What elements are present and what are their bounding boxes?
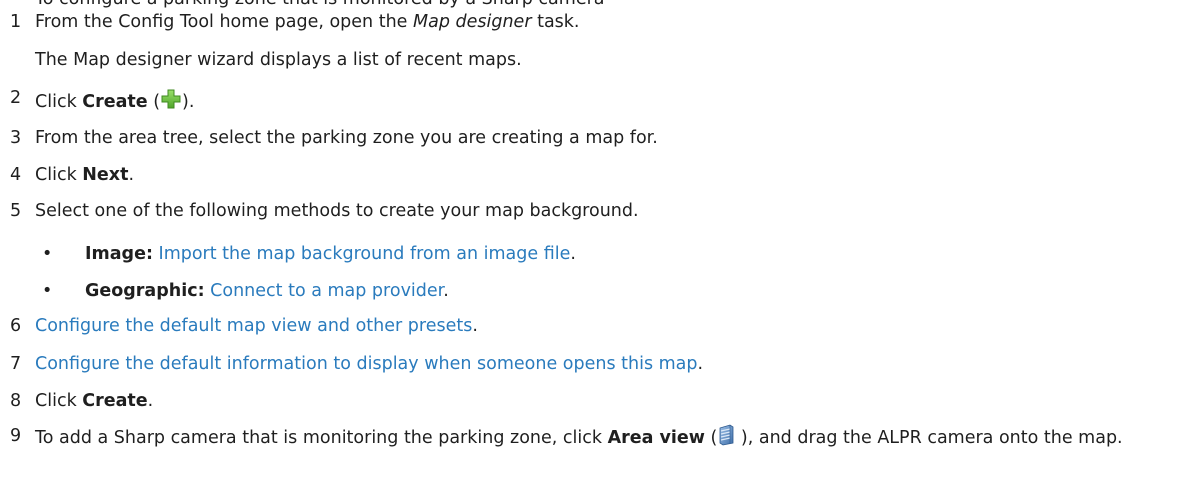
- task-name: Map designer: [413, 12, 532, 32]
- map-provider-link[interactable]: Connect to a map provider: [210, 281, 443, 301]
- step-text: From the Config Tool home page, open the…: [35, 12, 580, 32]
- step-number: 1: [10, 12, 22, 32]
- step-number: 8: [10, 391, 22, 411]
- bullet: •: [42, 244, 53, 264]
- area-view-icon: [717, 424, 735, 455]
- step-number: 4: [10, 165, 22, 185]
- default-information-link[interactable]: Configure the default information to dis…: [35, 354, 698, 374]
- image-import-link[interactable]: Import the map background from an image …: [159, 244, 571, 264]
- area-view-label: Area view: [607, 428, 705, 448]
- step-text: Select one of the following methods to c…: [35, 201, 639, 221]
- step-text: Click Next.: [35, 165, 135, 185]
- map-view-presets-link[interactable]: Configure the default map view and other…: [35, 316, 472, 336]
- partial-top-line: To configure a parking zone that is moni…: [35, 0, 605, 11]
- step-text: From the area tree, select the parking z…: [35, 128, 658, 148]
- step-number: 9: [10, 426, 22, 446]
- step-number: 7: [10, 354, 22, 374]
- green-plus-icon: [160, 88, 182, 115]
- step-text: To add a Sharp camera that is monitoring…: [35, 424, 1165, 455]
- step-1-result: The Map designer wizard displays a list …: [35, 50, 522, 70]
- create-label: Create: [82, 92, 148, 112]
- bullet: •: [42, 281, 53, 301]
- option-label: Image:: [85, 244, 153, 264]
- create-label: Create: [82, 391, 148, 411]
- step-number: 5: [10, 201, 22, 221]
- option-label: Geographic:: [85, 281, 205, 301]
- step-number: 6: [10, 316, 22, 336]
- next-label: Next: [82, 165, 129, 185]
- step-number: 2: [10, 88, 22, 108]
- step-text: Click Create.: [35, 391, 154, 411]
- step-text: Click Create ().: [35, 88, 194, 115]
- step-number: 3: [10, 128, 22, 148]
